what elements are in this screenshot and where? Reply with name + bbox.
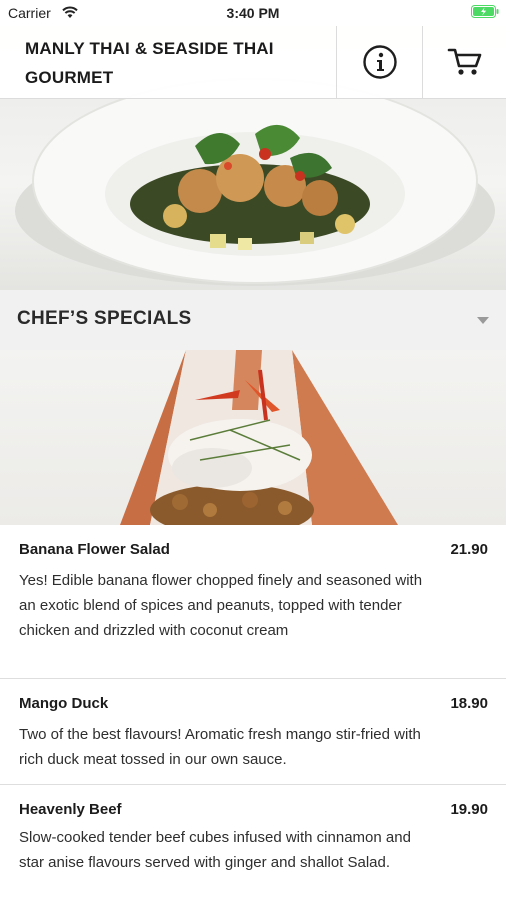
menu-item-name: Banana Flower Salad [19, 541, 170, 558]
restaurant-title: MANLY THAI & SEASIDE THAI GOURMET [25, 39, 274, 87]
category-title: CHEF’S SPECIALS [17, 308, 192, 329]
menu-item[interactable]: Mango Duck 18.90 Two of the best flavour… [0, 679, 506, 785]
menu-item[interactable]: Banana Flower Salad 21.90 Yes! Edible ba… [0, 525, 506, 679]
clock: 3:40 PM [226, 5, 280, 21]
menu-item-description: Slow-cooked tender beef cubes infused wi… [19, 829, 411, 871]
category-header-chefs-specials[interactable]: CHEF’S SPECIALS [0, 290, 506, 350]
menu-item-description: Two of the best flavours! Aromatic fresh… [19, 726, 421, 768]
menu-item-price: 21.90 [450, 541, 488, 558]
category-feature-image [0, 350, 506, 525]
app-header: MANLY THAI & SEASIDE THAI GOURMET [0, 26, 506, 99]
menu-item[interactable]: Heavenly Beef 19.90 Slow-cooked tender b… [0, 785, 506, 900]
info-icon [362, 45, 397, 79]
menu-item-description: Yes! Edible banana flower chopped finely… [19, 572, 423, 639]
cart-button[interactable] [422, 26, 506, 98]
menu-item-name: Heavenly Beef [19, 801, 122, 818]
battery-charging-icon [471, 5, 499, 18]
chevron-down-icon [477, 317, 489, 324]
info-button[interactable] [336, 26, 422, 98]
menu-item-name: Mango Duck [19, 695, 109, 712]
status-bar: Carrier 3:40 PM [0, 0, 506, 26]
cart-icon [447, 48, 481, 75]
menu-item-price: 18.90 [450, 695, 488, 712]
menu-item-price: 19.90 [450, 801, 488, 818]
